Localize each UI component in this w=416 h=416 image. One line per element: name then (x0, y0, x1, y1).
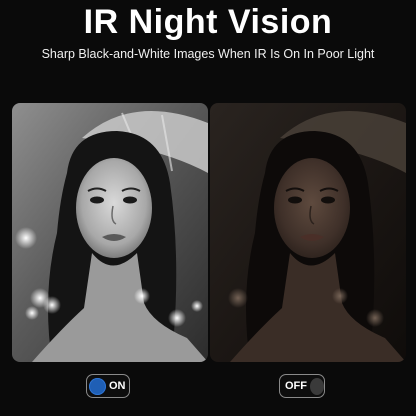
ir-off-toggle[interactable]: OFF (279, 374, 325, 398)
toggle-on-label: ON (109, 380, 126, 392)
ir-on-toggle[interactable]: ON (86, 374, 130, 398)
ir-off-photo (210, 103, 406, 362)
toggle-knob-on (89, 377, 106, 395)
toggle-knob-off (310, 377, 324, 395)
toggle-off-label: OFF (285, 380, 307, 392)
page-title: IR Night Vision (83, 3, 333, 41)
page-subtitle: Sharp Black-and-White Images When IR Is … (41, 47, 375, 61)
ir-on-photo (12, 103, 208, 362)
